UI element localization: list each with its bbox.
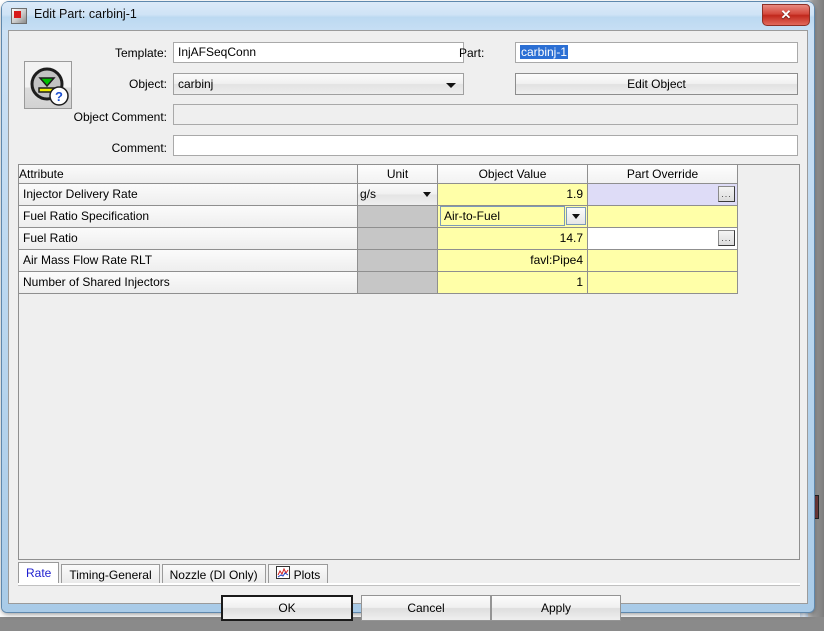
attributes-table: Attribute Unit Object Value Part Overrid… [18, 164, 800, 560]
object-dropdown[interactable]: carbinj [173, 73, 464, 95]
cell-attribute[interactable]: Fuel Ratio [19, 228, 358, 250]
cell-part-override[interactable] [588, 206, 738, 228]
application-icon [11, 8, 27, 24]
tab-label: Rate [26, 563, 51, 583]
tab-underline [18, 583, 800, 586]
table-row[interactable]: Fuel Ratio 14.7... [19, 228, 738, 250]
dialog-client-area: ? Template: Object: Object Comment: Comm… [8, 30, 808, 604]
tab-plots[interactable]: Plots [268, 564, 329, 584]
comment-field[interactable] [173, 135, 798, 156]
title-bar: Edit Part: carbinj-1 ✕ [2, 2, 814, 30]
chevron-down-icon [423, 192, 431, 197]
cell-object-value[interactable]: 14.7 [438, 228, 588, 250]
part-field-value: carbinj-1 [520, 45, 568, 59]
object-value-dropdown-text: Air-to-Fuel [440, 206, 565, 226]
cell-object-value[interactable]: Air-to-Fuel [438, 206, 588, 228]
template-field[interactable]: InjAFSeqConn [173, 42, 464, 63]
column-header-unit[interactable]: Unit [358, 165, 438, 184]
cell-object-value[interactable]: 1 [438, 272, 588, 294]
attributes-grid: Attribute Unit Object Value Part Overrid… [19, 165, 738, 294]
cell-attribute[interactable]: Fuel Ratio Specification [19, 206, 358, 228]
chart-icon [276, 566, 290, 584]
cell-attribute[interactable]: Injector Delivery Rate [19, 184, 358, 206]
tab-label: Plots [294, 566, 321, 584]
cell-attribute[interactable]: Number of Shared Injectors [19, 272, 358, 294]
table-header-row: Attribute Unit Object Value Part Overrid… [19, 165, 738, 184]
tab-label: Timing-General [69, 566, 151, 584]
tab-timing-general[interactable]: Timing-General [61, 564, 159, 584]
cell-unit-disabled [358, 250, 438, 272]
object-value-dropdown-button[interactable] [566, 207, 586, 225]
part-label: Part: [459, 46, 513, 60]
cell-part-override[interactable] [588, 272, 738, 294]
tab-bar: Rate Timing-General Nozzle (DI Only) Plots [18, 562, 330, 584]
column-header-attribute[interactable]: Attribute [19, 165, 358, 184]
override-browse-button[interactable]: ... [718, 230, 735, 246]
cell-object-value[interactable]: 1.9 [438, 184, 588, 206]
tab-rate[interactable]: Rate [18, 562, 59, 584]
unit-value: g/s [360, 187, 376, 201]
table-row[interactable]: Number of Shared Injectors 1 [19, 272, 738, 294]
table-body: Injector Delivery Rateg/s1.9...Fuel Rati… [19, 184, 738, 294]
window-title: Edit Part: carbinj-1 [34, 7, 137, 21]
template-label: Template: [9, 46, 167, 60]
cell-attribute[interactable]: Air Mass Flow Rate RLT [19, 250, 358, 272]
close-icon[interactable]: ✕ [762, 4, 810, 26]
tab-label: Nozzle (DI Only) [170, 566, 258, 584]
object-label: Object: [9, 77, 167, 91]
dialog-button-bar: OK Cancel Apply [9, 587, 809, 631]
cell-unit-dropdown[interactable]: g/s [358, 184, 438, 206]
table-row[interactable]: Fuel Ratio Specification Air-to-Fuel [19, 206, 738, 228]
cell-unit-disabled [358, 206, 438, 228]
table-row[interactable]: Air Mass Flow Rate RLT favl:Pipe4 [19, 250, 738, 272]
column-header-part-override[interactable]: Part Override [588, 165, 738, 184]
chevron-down-icon [572, 214, 580, 219]
table-row[interactable]: Injector Delivery Rateg/s 1.9... [19, 184, 738, 206]
cell-part-override[interactable]: ... [588, 184, 738, 206]
comment-label: Comment: [9, 141, 167, 155]
column-header-object-value[interactable]: Object Value [438, 165, 588, 184]
ok-button[interactable]: OK [221, 595, 353, 621]
edit-part-dialog: Edit Part: carbinj-1 ✕ ? Template: Objec… [2, 2, 814, 612]
object-comment-field [173, 104, 798, 125]
cell-unit-disabled [358, 272, 438, 294]
cancel-button[interactable]: Cancel [361, 595, 491, 621]
cell-unit-disabled [358, 228, 438, 250]
chevron-down-icon [446, 83, 456, 88]
tab-nozzle-di-only[interactable]: Nozzle (DI Only) [162, 564, 266, 584]
cell-part-override[interactable] [588, 250, 738, 272]
svg-text:?: ? [55, 89, 63, 104]
object-comment-label: Object Comment: [9, 110, 167, 124]
edit-object-button[interactable]: Edit Object [515, 73, 798, 95]
part-field[interactable]: carbinj-1 [515, 42, 798, 63]
object-dropdown-value: carbinj [178, 77, 213, 91]
apply-button[interactable]: Apply [491, 595, 621, 621]
cell-object-value[interactable]: favl:Pipe4 [438, 250, 588, 272]
override-browse-button[interactable]: ... [718, 186, 735, 202]
cell-part-override[interactable]: ... [588, 228, 738, 250]
